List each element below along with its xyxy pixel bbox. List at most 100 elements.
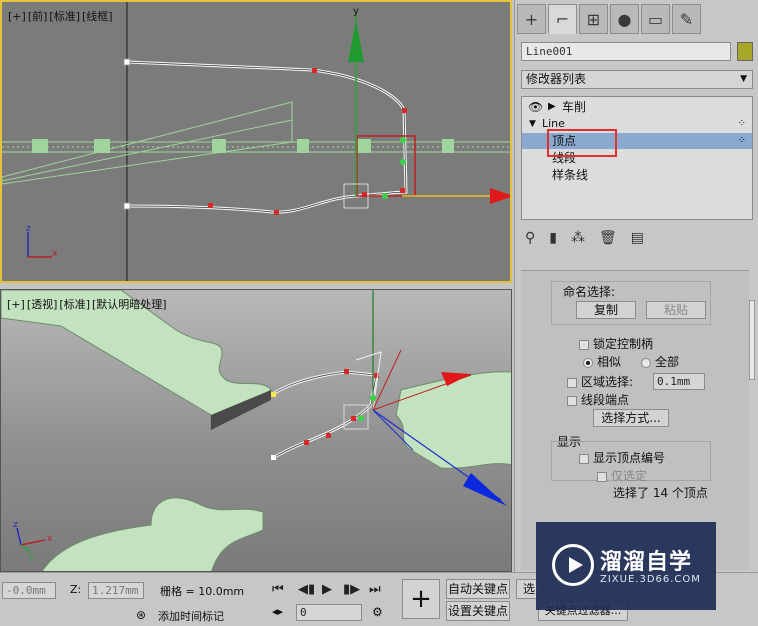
segment-end-label: 线段端点 — [581, 393, 630, 407]
viewport-plus-menu[interactable]: [+] — [8, 10, 26, 23]
tripod-x-label: x — [47, 534, 53, 544]
pin-stack-icon[interactable]: ⚲ — [525, 230, 535, 246]
show-vertex-numbers-checkbox[interactable]: 显示顶点编号 — [579, 449, 665, 466]
show-vertex-numbers-label: 显示顶点编号 — [593, 451, 666, 465]
tripod-x-label: x — [52, 249, 58, 259]
selected-only-label: 仅选定 — [611, 469, 648, 483]
gizmo-y-label: y — [353, 6, 359, 17]
collapse-icon[interactable]: ▼ — [529, 116, 536, 132]
time-config-icon[interactable]: ⚙ — [372, 605, 383, 619]
watermark-url: ZIXUE.3D66.COM — [600, 574, 701, 585]
next-frame-icon[interactable]: ▮▶ — [343, 582, 360, 597]
object-color-swatch[interactable] — [737, 42, 753, 61]
perspective-viewport[interactable]: [+] [透视] [标准] [默认明暗处理] z x y — [0, 289, 512, 572]
hierarchy-icon: ⊞ — [586, 9, 601, 29]
all-label: 全部 — [655, 355, 680, 369]
alike-label: 相似 — [597, 355, 622, 369]
show-end-result-icon[interactable]: ▮ — [549, 230, 557, 246]
set-key-big-button[interactable]: + — [402, 579, 440, 619]
modify-tab[interactable]: ⌐ — [548, 4, 577, 34]
command-panel: + ⌐ ⊞ ● ▭ ✎ Line001 修改器列表 ▼ 👁 ▶ 车削 ▼ Lin… — [514, 0, 758, 572]
expand-icon[interactable]: ▶ — [548, 99, 556, 115]
play-logo-icon — [552, 544, 594, 586]
make-unique-icon[interactable]: ⁂ — [571, 230, 585, 246]
trash-icon[interactable]: 🗑 — [599, 230, 617, 246]
alike-radio[interactable]: 相似 — [583, 353, 621, 370]
lock-handles-checkbox[interactable]: 锁定控制柄 — [579, 335, 653, 352]
x-coordinate-field[interactable]: -0.0mm — [2, 582, 56, 599]
current-frame-field[interactable]: 0 — [296, 604, 362, 621]
key-plus-icon: + — [410, 584, 432, 614]
named-selection-label: 命名选择: — [563, 285, 616, 299]
z-coordinate-field[interactable]: 1.217mm — [88, 582, 144, 599]
set-key-button[interactable]: 设置关键点 — [446, 601, 510, 621]
watermark-title: 溜溜自学 — [600, 550, 693, 575]
hierarchy-tab[interactable]: ⊞ — [579, 4, 608, 34]
motion-tab[interactable]: ● — [610, 4, 639, 34]
viewport-shading-menu[interactable]: [线框] — [82, 10, 113, 23]
go-to-end-icon[interactable]: ⏭ — [369, 582, 381, 597]
viewport-view-menu[interactable]: [前] — [28, 10, 48, 23]
motion-icon: ● — [617, 9, 632, 29]
checkbox-icon — [579, 453, 589, 464]
display-icon: ▭ — [647, 9, 664, 29]
play-icon[interactable]: ▶ — [322, 582, 332, 597]
subobject-icon: ⁘ — [737, 135, 746, 146]
front-viewport-canvas — [2, 2, 510, 281]
highlight-box — [547, 129, 617, 157]
create-tab[interactable]: + — [517, 4, 546, 34]
paste-button[interactable]: 粘贴 — [646, 301, 706, 319]
z-coordinate-label: Z: — [70, 583, 82, 596]
area-selection-label: 区域选择: — [581, 375, 634, 389]
checkbox-icon — [597, 471, 607, 482]
perspective-viewport-canvas — [1, 290, 511, 571]
viewport-shading-menu[interactable]: [默认明暗处理] — [92, 298, 167, 311]
plus-icon: + — [524, 9, 539, 29]
area-selection-spinner[interactable]: 0.1mm — [653, 373, 705, 390]
time-tag-icon[interactable]: ⊛ — [136, 608, 146, 622]
subobject-icon: ⁘ — [737, 118, 746, 129]
segment-end-checkbox[interactable]: 线段端点 — [567, 391, 629, 408]
area-selection-checkbox[interactable]: 区域选择: — [567, 373, 633, 390]
tripod-z-label: z — [13, 520, 18, 530]
modifier-list-dropdown[interactable]: 修改器列表 ▼ — [521, 70, 753, 89]
stack-item-spline[interactable]: 样条线 — [522, 167, 752, 183]
utilities-tab[interactable]: ✎ — [672, 4, 701, 34]
object-name-field[interactable]: Line001 — [521, 42, 731, 61]
stack-toolbar: ⚲ ▮ ⁂ 🗑 ▤ — [525, 230, 644, 246]
viewport-view-menu[interactable]: [透视] — [27, 298, 58, 311]
checkbox-icon — [567, 377, 577, 388]
checkbox-icon — [579, 339, 589, 350]
copy-button[interactable]: 复制 — [576, 301, 636, 319]
modifier-list-label: 修改器列表 — [526, 72, 587, 86]
viewport-plus-menu[interactable]: [+] — [7, 298, 25, 311]
front-viewport[interactable]: [+] [前] [标准] [线框] y z x — [0, 0, 512, 283]
auto-key-button[interactable]: 自动关键点 — [446, 579, 510, 599]
lock-handles-label: 锁定控制柄 — [593, 337, 654, 351]
select-by-button[interactable]: 选择方式... — [593, 409, 669, 427]
go-to-start-icon[interactable]: ⏮ — [272, 582, 284, 597]
grid-size-text: 栅格 = 10.0mm — [160, 585, 245, 598]
tripod-y-label: y — [29, 552, 35, 562]
display-tab[interactable]: ▭ — [641, 4, 670, 34]
configure-sets-icon[interactable]: ▤ — [631, 230, 644, 246]
selection-status-text: 选择了 14 个顶点 — [613, 486, 708, 500]
perspective-viewport-label[interactable]: [+] [透视] [标准] [默认明暗处理] — [7, 296, 169, 312]
add-time-tag-button[interactable]: 添加时间标记 — [158, 608, 224, 624]
stack-item-lathe-label: 车削 — [562, 100, 587, 114]
front-viewport-label[interactable]: [+] [前] [标准] [线框] — [8, 8, 115, 24]
stack-item-lathe[interactable]: 👁 ▶ 车削 — [522, 99, 752, 115]
viewport-standard-menu[interactable]: [标准] — [49, 10, 80, 23]
key-mode-icon[interactable]: ◂▸ — [272, 605, 283, 618]
tripod-z-label: z — [26, 224, 31, 234]
utilities-icon: ✎ — [679, 9, 694, 29]
previous-frame-icon[interactable]: ◀▮ — [298, 582, 315, 597]
eye-icon[interactable]: 👁 — [528, 99, 543, 115]
selected-only-checkbox[interactable]: 仅选定 — [597, 467, 647, 484]
rollout-scrollbar[interactable] — [749, 300, 755, 380]
radio-icon — [583, 357, 593, 368]
modifier-stack: 👁 ▶ 车削 ▼ Line ⁘ 顶点 ⁘ 线段 样条线 — [521, 96, 753, 220]
checkbox-icon — [567, 395, 577, 406]
viewport-standard-menu[interactable]: [标准] — [59, 298, 90, 311]
all-radio[interactable]: 全部 — [641, 353, 679, 370]
